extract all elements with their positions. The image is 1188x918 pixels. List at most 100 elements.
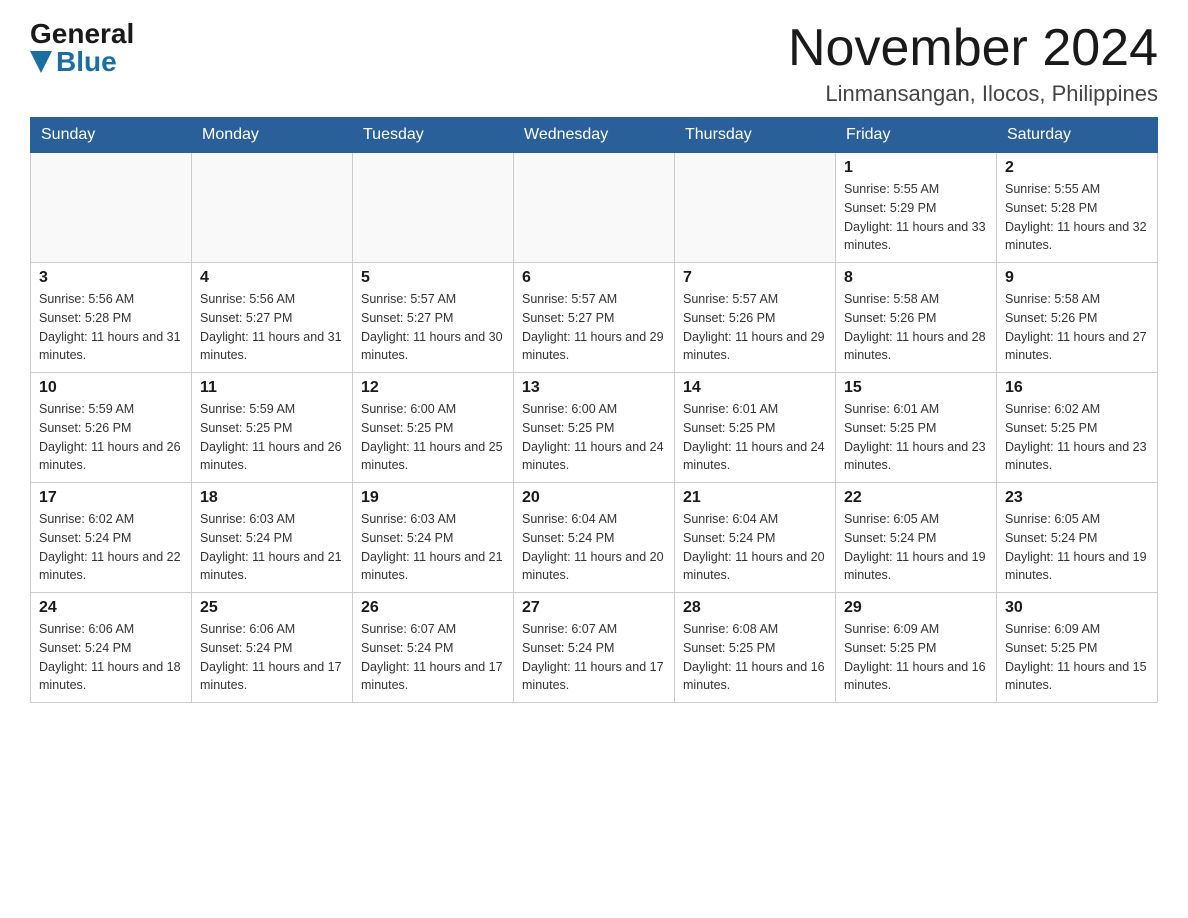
calendar-cell: 15 Sunrise: 6:01 AMSunset: 5:25 PMDayligh… [836, 373, 997, 483]
calendar-cell: 4Sunrise: 5:56 AMSunset: 5:27 PMDaylight… [192, 263, 353, 373]
day-number: 26 [361, 599, 505, 617]
day-info: Sunrise: 6:05 AMSunset: 5:24 PMDaylight:… [844, 510, 988, 585]
day-number: 22 [844, 489, 988, 507]
weekday-header-tuesday: Tuesday [353, 118, 514, 153]
day-info: Sunrise: 5:56 AMSunset: 5:28 PMDaylight:… [39, 290, 183, 365]
day-number: 21 [683, 489, 827, 507]
day-number: 27 [522, 599, 666, 617]
day-number: 13 [522, 379, 666, 397]
calendar-cell [353, 153, 514, 263]
day-info: Sunrise: 6:07 AMSunset: 5:24 PMDaylight:… [361, 620, 505, 695]
calendar-week-row: 17 Sunrise: 6:02 AMSunset: 5:24 PMDayligh… [31, 483, 1158, 593]
day-number: 11 [200, 379, 344, 397]
weekday-header-thursday: Thursday [675, 118, 836, 153]
calendar-cell: 14 Sunrise: 6:01 AMSunset: 5:25 PMDayligh… [675, 373, 836, 483]
calendar-cell [675, 153, 836, 263]
day-info: Sunrise: 5:55 AMSunset: 5:29 PMDaylight:… [844, 180, 988, 255]
day-number: 8 [844, 269, 988, 287]
day-number: 30 [1005, 599, 1149, 617]
day-number: 15 [844, 379, 988, 397]
day-info: Sunrise: 5:55 AMSunset: 5:28 PMDaylight:… [1005, 180, 1149, 255]
day-number: 6 [522, 269, 666, 287]
day-info: Sunrise: 6:04 AMSunset: 5:24 PMDaylight:… [522, 510, 666, 585]
day-info: Sunrise: 6:09 AMSunset: 5:25 PMDaylight:… [844, 620, 988, 695]
calendar-cell: 26 Sunrise: 6:07 AMSunset: 5:24 PMDayligh… [353, 593, 514, 703]
calendar-cell: 24 Sunrise: 6:06 AMSunset: 5:24 PMDayligh… [31, 593, 192, 703]
calendar-header-row: SundayMondayTuesdayWednesdayThursdayFrid… [31, 118, 1158, 153]
day-info: Sunrise: 5:57 AMSunset: 5:27 PMDaylight:… [522, 290, 666, 365]
day-info: Sunrise: 5:57 AMSunset: 5:26 PMDaylight:… [683, 290, 827, 365]
day-number: 1 [844, 159, 988, 177]
day-number: 24 [39, 599, 183, 617]
day-number: 16 [1005, 379, 1149, 397]
day-number: 3 [39, 269, 183, 287]
calendar-cell: 2 Sunrise: 5:55 AMSunset: 5:28 PMDaylight… [997, 153, 1158, 263]
calendar-cell: 30 Sunrise: 6:09 AMSunset: 5:25 PMDayligh… [997, 593, 1158, 703]
page-header: General Blue November 2024 Linmansangan,… [30, 20, 1158, 107]
day-number: 20 [522, 489, 666, 507]
day-info: Sunrise: 5:58 AMSunset: 5:26 PMDaylight:… [1005, 290, 1149, 365]
day-info: Sunrise: 6:00 AMSunset: 5:25 PMDaylight:… [522, 400, 666, 475]
day-number: 12 [361, 379, 505, 397]
calendar-cell: 9Sunrise: 5:58 AMSunset: 5:26 PMDaylight… [997, 263, 1158, 373]
calendar-cell [514, 153, 675, 263]
day-info: Sunrise: 6:06 AMSunset: 5:24 PMDaylight:… [200, 620, 344, 695]
calendar-week-row: 3 Sunrise: 5:56 AMSunset: 5:28 PMDaylight… [31, 263, 1158, 373]
calendar-cell: 21 Sunrise: 6:04 AMSunset: 5:24 PMDayligh… [675, 483, 836, 593]
weekday-header-sunday: Sunday [31, 118, 192, 153]
calendar-cell: 25 Sunrise: 6:06 AMSunset: 5:24 PMDayligh… [192, 593, 353, 703]
day-number: 2 [1005, 159, 1149, 177]
month-year-title: November 2024 [788, 20, 1158, 77]
day-number: 10 [39, 379, 183, 397]
logo-blue-row: Blue [30, 48, 117, 76]
calendar-cell: 28Sunrise: 6:08 AMSunset: 5:25 PMDayligh… [675, 593, 836, 703]
day-info: Sunrise: 6:04 AMSunset: 5:24 PMDaylight:… [683, 510, 827, 585]
calendar-cell: 13 Sunrise: 6:00 AMSunset: 5:25 PMDayligh… [514, 373, 675, 483]
weekday-header-monday: Monday [192, 118, 353, 153]
day-number: 5 [361, 269, 505, 287]
weekday-header-saturday: Saturday [997, 118, 1158, 153]
day-info: Sunrise: 6:05 AMSunset: 5:24 PMDaylight:… [1005, 510, 1149, 585]
calendar-cell: 11 Sunrise: 5:59 AMSunset: 5:25 PMDayligh… [192, 373, 353, 483]
calendar-week-row: 10 Sunrise: 5:59 AMSunset: 5:26 PMDayligh… [31, 373, 1158, 483]
calendar-cell: 23Sunrise: 6:05 AMSunset: 5:24 PMDayligh… [997, 483, 1158, 593]
day-info: Sunrise: 6:00 AMSunset: 5:25 PMDaylight:… [361, 400, 505, 475]
day-number: 28 [683, 599, 827, 617]
calendar-cell: 7 Sunrise: 5:57 AMSunset: 5:26 PMDaylight… [675, 263, 836, 373]
day-number: 17 [39, 489, 183, 507]
day-number: 14 [683, 379, 827, 397]
day-info: Sunrise: 6:09 AMSunset: 5:25 PMDaylight:… [1005, 620, 1149, 695]
calendar-week-row: 1 Sunrise: 5:55 AMSunset: 5:29 PMDaylight… [31, 153, 1158, 263]
day-info: Sunrise: 6:03 AMSunset: 5:24 PMDaylight:… [361, 510, 505, 585]
day-info: Sunrise: 6:02 AMSunset: 5:24 PMDaylight:… [39, 510, 183, 585]
day-info: Sunrise: 6:06 AMSunset: 5:24 PMDaylight:… [39, 620, 183, 695]
calendar-cell: 6 Sunrise: 5:57 AMSunset: 5:27 PMDaylight… [514, 263, 675, 373]
location-subtitle: Linmansangan, Ilocos, Philippines [788, 81, 1158, 107]
calendar-week-row: 24 Sunrise: 6:06 AMSunset: 5:24 PMDayligh… [31, 593, 1158, 703]
logo-triangle-icon [30, 51, 52, 73]
day-info: Sunrise: 5:59 AMSunset: 5:25 PMDaylight:… [200, 400, 344, 475]
calendar-cell: 18Sunrise: 6:03 AMSunset: 5:24 PMDayligh… [192, 483, 353, 593]
weekday-header-friday: Friday [836, 118, 997, 153]
day-number: 19 [361, 489, 505, 507]
day-number: 7 [683, 269, 827, 287]
calendar-cell: 17 Sunrise: 6:02 AMSunset: 5:24 PMDayligh… [31, 483, 192, 593]
logo: General Blue [30, 20, 134, 76]
weekday-header-wednesday: Wednesday [514, 118, 675, 153]
calendar-cell: 16 Sunrise: 6:02 AMSunset: 5:25 PMDayligh… [997, 373, 1158, 483]
calendar-cell [31, 153, 192, 263]
day-info: Sunrise: 6:01 AMSunset: 5:25 PMDaylight:… [844, 400, 988, 475]
logo-general-text: General [30, 20, 134, 48]
day-info: Sunrise: 5:57 AMSunset: 5:27 PMDaylight:… [361, 290, 505, 365]
day-info: Sunrise: 6:01 AMSunset: 5:25 PMDaylight:… [683, 400, 827, 475]
day-info: Sunrise: 5:59 AMSunset: 5:26 PMDaylight:… [39, 400, 183, 475]
calendar-cell: 8Sunrise: 5:58 AMSunset: 5:26 PMDaylight… [836, 263, 997, 373]
calendar-cell: 22 Sunrise: 6:05 AMSunset: 5:24 PMDayligh… [836, 483, 997, 593]
calendar-cell: 5 Sunrise: 5:57 AMSunset: 5:27 PMDaylight… [353, 263, 514, 373]
calendar-cell: 10 Sunrise: 5:59 AMSunset: 5:26 PMDayligh… [31, 373, 192, 483]
day-number: 25 [200, 599, 344, 617]
calendar-cell: 19 Sunrise: 6:03 AMSunset: 5:24 PMDayligh… [353, 483, 514, 593]
logo-blue-text: Blue [56, 48, 117, 76]
day-number: 4 [200, 269, 344, 287]
day-info: Sunrise: 6:02 AMSunset: 5:25 PMDaylight:… [1005, 400, 1149, 475]
